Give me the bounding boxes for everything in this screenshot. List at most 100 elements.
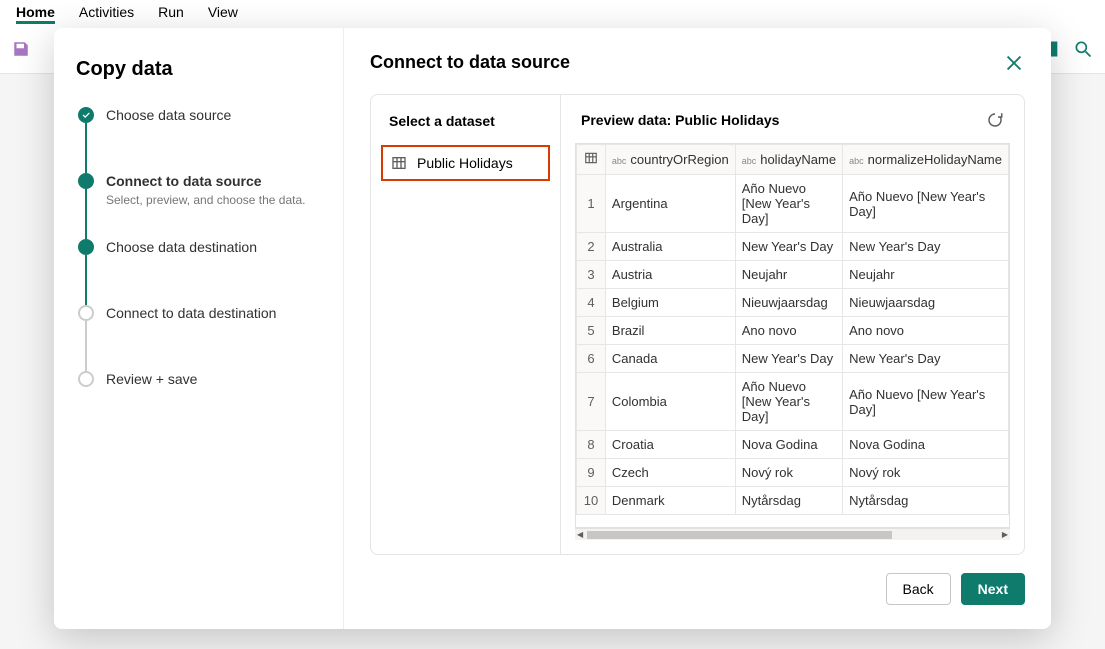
- data-grid[interactable]: abccountryOrRegionabcholidayNameabcnorma…: [575, 143, 1010, 528]
- step-label: Connect to data destination: [106, 305, 276, 321]
- cell: Año Nuevo [New Year's Day]: [843, 175, 1009, 233]
- copy-data-modal: Copy data Choose data source Connect to d…: [54, 28, 1051, 629]
- wizard-step[interactable]: Connect to data destination: [76, 305, 321, 371]
- row-number: 8: [577, 431, 606, 459]
- row-number: 1: [577, 175, 606, 233]
- cell: Nieuwjaarsdag: [735, 289, 842, 317]
- scroll-left-arrow[interactable]: ◀: [575, 530, 585, 539]
- dataset-name: Public Holidays: [417, 155, 513, 171]
- cell: Brazil: [605, 317, 735, 345]
- cell: Denmark: [605, 487, 735, 515]
- wizard-step[interactable]: Choose data source: [76, 107, 321, 173]
- preview-title: Preview data: Public Holidays: [581, 112, 779, 128]
- table-icon: [391, 155, 407, 171]
- cell: Nový rok: [735, 459, 842, 487]
- step-label: Choose data destination: [106, 239, 257, 255]
- column-header[interactable]: abcnormalizeHolidayName: [843, 145, 1009, 175]
- step-dot: [78, 173, 94, 189]
- wizard-steps: Choose data source Connect to data source…: [76, 107, 321, 387]
- save-icon[interactable]: [12, 40, 30, 58]
- wizard-step[interactable]: Connect to data source Select, preview, a…: [76, 173, 321, 239]
- table-row[interactable]: 8CroatiaNova GodinaNova Godina: [577, 431, 1009, 459]
- cell: Ano novo: [735, 317, 842, 345]
- cell: Belgium: [605, 289, 735, 317]
- table-row[interactable]: 3AustriaNeujahrNeujahr: [577, 261, 1009, 289]
- cell: Canada: [605, 345, 735, 373]
- scroll-right-arrow[interactable]: ▶: [1000, 530, 1010, 539]
- cell: Argentina: [605, 175, 735, 233]
- cell: Nova Godina: [735, 431, 842, 459]
- dataset-section-title: Select a dataset: [389, 113, 542, 129]
- cell: New Year's Day: [735, 345, 842, 373]
- row-number: 10: [577, 487, 606, 515]
- row-number: 4: [577, 289, 606, 317]
- step-dot: [78, 239, 94, 255]
- cell: Nova Godina: [843, 431, 1009, 459]
- step-connector: [85, 255, 87, 305]
- close-icon[interactable]: [1003, 52, 1025, 74]
- cell: Colombia: [605, 373, 735, 431]
- step-dot: [78, 305, 94, 321]
- ribbon-tab-activities[interactable]: Activities: [79, 4, 134, 24]
- cell: Año Nuevo [New Year's Day]: [843, 373, 1009, 431]
- cell: New Year's Day: [735, 233, 842, 261]
- table-row[interactable]: 2AustraliaNew Year's DayNew Year's Day: [577, 233, 1009, 261]
- cell: Czech: [605, 459, 735, 487]
- cell: Nový rok: [843, 459, 1009, 487]
- rownum-header: [577, 145, 606, 175]
- cell: Nytårsdag: [735, 487, 842, 515]
- step-sublabel: Select, preview, and choose the data.: [106, 193, 305, 207]
- cell: Neujahr: [843, 261, 1009, 289]
- cell: Croatia: [605, 431, 735, 459]
- wizard-main: Connect to data source Select a dataset …: [344, 28, 1051, 629]
- table-row[interactable]: 6CanadaNew Year's DayNew Year's Day: [577, 345, 1009, 373]
- table-row[interactable]: 1ArgentinaAño Nuevo [New Year's Day]Año …: [577, 175, 1009, 233]
- column-header[interactable]: abcholidayName: [735, 145, 842, 175]
- step-label: Choose data source: [106, 107, 231, 123]
- row-number: 3: [577, 261, 606, 289]
- row-number: 7: [577, 373, 606, 431]
- table-row[interactable]: 4BelgiumNieuwjaarsdagNieuwjaarsdag: [577, 289, 1009, 317]
- step-label: Connect to data source: [106, 173, 305, 189]
- next-button[interactable]: Next: [961, 573, 1025, 605]
- cell: New Year's Day: [843, 233, 1009, 261]
- wizard-step[interactable]: Choose data destination: [76, 239, 321, 305]
- table-row[interactable]: 10DenmarkNytårsdagNytårsdag: [577, 487, 1009, 515]
- table-row[interactable]: 5BrazilAno novoAno novo: [577, 317, 1009, 345]
- step-connector: [85, 123, 87, 173]
- horizontal-scrollbar[interactable]: ◀ ▶: [575, 528, 1010, 540]
- column-header[interactable]: abccountryOrRegion: [605, 145, 735, 175]
- row-number: 5: [577, 317, 606, 345]
- wizard-step[interactable]: Review + save: [76, 371, 321, 387]
- scroll-thumb[interactable]: [587, 531, 892, 539]
- table-row[interactable]: 9CzechNový rokNový rok: [577, 459, 1009, 487]
- cell: Nieuwjaarsdag: [843, 289, 1009, 317]
- step-label: Review + save: [106, 371, 197, 387]
- refresh-icon[interactable]: [986, 111, 1004, 129]
- row-number: 9: [577, 459, 606, 487]
- table-row[interactable]: 7ColombiaAño Nuevo [New Year's Day]Año N…: [577, 373, 1009, 431]
- wizard-sidebar: Copy data Choose data source Connect to d…: [54, 28, 344, 629]
- preview-panel: Preview data: Public Holidays abccountry…: [561, 95, 1024, 554]
- cell: Ano novo: [843, 317, 1009, 345]
- main-title: Connect to data source: [370, 52, 570, 74]
- ribbon-tab-home[interactable]: Home: [16, 4, 55, 24]
- step-dot: [78, 371, 94, 387]
- back-button[interactable]: Back: [886, 573, 951, 605]
- row-number: 6: [577, 345, 606, 373]
- cell: Nytårsdag: [843, 487, 1009, 515]
- check-icon: [78, 107, 94, 123]
- cell: Año Nuevo [New Year's Day]: [735, 175, 842, 233]
- dataset-item[interactable]: Public Holidays: [381, 145, 550, 181]
- ribbon-tab-view[interactable]: View: [208, 4, 238, 24]
- cell: Año Nuevo [New Year's Day]: [735, 373, 842, 431]
- cell: Austria: [605, 261, 735, 289]
- dataset-list: Select a dataset Public Holidays: [371, 95, 561, 554]
- step-connector: [85, 321, 87, 371]
- search-icon[interactable]: [1073, 39, 1093, 59]
- wizard-title: Copy data: [76, 58, 321, 81]
- cell: Australia: [605, 233, 735, 261]
- ribbon-tab-run[interactable]: Run: [158, 4, 184, 24]
- cell: New Year's Day: [843, 345, 1009, 373]
- ribbon-tabs: Home Activities Run View: [0, 0, 1105, 24]
